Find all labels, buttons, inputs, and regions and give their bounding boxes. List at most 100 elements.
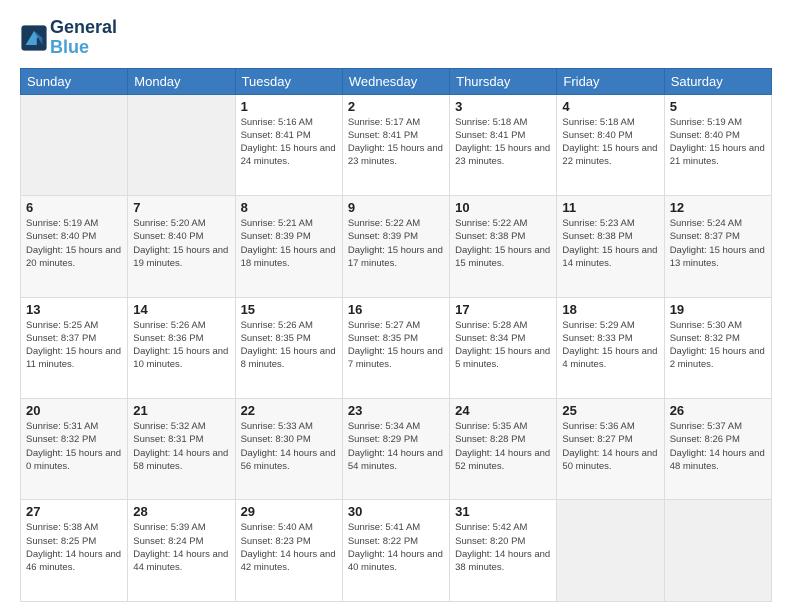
weekday-header-thursday: Thursday — [450, 68, 557, 94]
day-number: 25 — [562, 403, 658, 418]
calendar-cell: 16Sunrise: 5:27 AM Sunset: 8:35 PM Dayli… — [342, 297, 449, 398]
day-number: 18 — [562, 302, 658, 317]
calendar-cell: 7 Sunrise: 5:20 AM Sunset: 8:40 PM Daylig… — [128, 196, 235, 297]
day-info: Sunrise: 5:25 AM Sunset: 8:37 PM Dayligh… — [26, 319, 122, 372]
calendar-table: SundayMondayTuesdayWednesdayThursdayFrid… — [20, 68, 772, 602]
day-number: 5 — [670, 99, 766, 114]
logo: General Blue — [20, 18, 117, 58]
week-row-5: 27 Sunrise: 5:38 AM Sunset: 8:25 PM Dayli… — [21, 500, 772, 602]
calendar-cell: 2Sunrise: 5:17 AM Sunset: 8:41 PM Daylig… — [342, 94, 449, 195]
calendar-cell: 21 Sunrise: 5:32 AM Sunset: 8:31 PM Dayli… — [128, 399, 235, 500]
day-number: 27 — [26, 504, 122, 519]
calendar-cell — [21, 94, 128, 195]
calendar-cell: 14Sunrise: 5:26 AM Sunset: 8:36 PM Dayli… — [128, 297, 235, 398]
day-info: Sunrise: 5:40 AM Sunset: 8:23 PM Dayligh… — [241, 521, 337, 574]
logo-line1: General — [50, 18, 117, 38]
day-info: Sunrise: 5:31 AM Sunset: 8:32 PM Dayligh… — [26, 420, 122, 473]
calendar-cell: 4 Sunrise: 5:18 AM Sunset: 8:40 PM Daylig… — [557, 94, 664, 195]
calendar-cell: 31 Sunrise: 5:42 AM Sunset: 8:20 PM Dayli… — [450, 500, 557, 602]
weekday-header-tuesday: Tuesday — [235, 68, 342, 94]
calendar-cell: 13 Sunrise: 5:25 AM Sunset: 8:37 PM Dayli… — [21, 297, 128, 398]
day-info: Sunrise: 5:37 AM Sunset: 8:26 PM Dayligh… — [670, 420, 766, 473]
calendar-cell: 12 Sunrise: 5:24 AM Sunset: 8:37 PM Dayli… — [664, 196, 771, 297]
logo-line2: Blue — [50, 38, 117, 58]
day-number: 15 — [241, 302, 337, 317]
day-number: 2 — [348, 99, 444, 114]
logo-icon — [20, 24, 48, 52]
calendar-cell: 27 Sunrise: 5:38 AM Sunset: 8:25 PM Dayli… — [21, 500, 128, 602]
day-info: Sunrise: 5:19 AM Sunset: 8:40 PM Dayligh… — [26, 217, 122, 270]
day-info: Sunrise: 5:34 AM Sunset: 8:29 PM Dayligh… — [348, 420, 444, 473]
calendar-cell: 15 Sunrise: 5:26 AM Sunset: 8:35 PM Dayli… — [235, 297, 342, 398]
header: General Blue — [20, 18, 772, 58]
weekday-header-monday: Monday — [128, 68, 235, 94]
day-info: Sunrise: 5:19 AM Sunset: 8:40 PM Dayligh… — [670, 116, 766, 169]
day-info: Sunrise: 5:26 AM Sunset: 8:36 PM Dayligh… — [133, 319, 229, 372]
calendar-cell: 29 Sunrise: 5:40 AM Sunset: 8:23 PM Dayli… — [235, 500, 342, 602]
calendar-cell — [128, 94, 235, 195]
day-info: Sunrise: 5:30 AM Sunset: 8:32 PM Dayligh… — [670, 319, 766, 372]
day-info: Sunrise: 5:26 AM Sunset: 8:35 PM Dayligh… — [241, 319, 337, 372]
day-info: Sunrise: 5:27 AM Sunset: 8:35 PM Dayligh… — [348, 319, 444, 372]
calendar-cell: 19Sunrise: 5:30 AM Sunset: 8:32 PM Dayli… — [664, 297, 771, 398]
day-number: 10 — [455, 200, 551, 215]
calendar-cell: 22 Sunrise: 5:33 AM Sunset: 8:30 PM Dayli… — [235, 399, 342, 500]
day-number: 30 — [348, 504, 444, 519]
calendar-cell: 18Sunrise: 5:29 AM Sunset: 8:33 PM Dayli… — [557, 297, 664, 398]
calendar-cell: 26 Sunrise: 5:37 AM Sunset: 8:26 PM Dayli… — [664, 399, 771, 500]
day-number: 11 — [562, 200, 658, 215]
day-info: Sunrise: 5:35 AM Sunset: 8:28 PM Dayligh… — [455, 420, 551, 473]
day-info: Sunrise: 5:33 AM Sunset: 8:30 PM Dayligh… — [241, 420, 337, 473]
week-row-2: 6 Sunrise: 5:19 AM Sunset: 8:40 PM Daylig… — [21, 196, 772, 297]
calendar-cell: 23 Sunrise: 5:34 AM Sunset: 8:29 PM Dayli… — [342, 399, 449, 500]
day-number: 20 — [26, 403, 122, 418]
calendar-cell: 25 Sunrise: 5:36 AM Sunset: 8:27 PM Dayli… — [557, 399, 664, 500]
day-info: Sunrise: 5:36 AM Sunset: 8:27 PM Dayligh… — [562, 420, 658, 473]
day-info: Sunrise: 5:39 AM Sunset: 8:24 PM Dayligh… — [133, 521, 229, 574]
calendar-cell: 8 Sunrise: 5:21 AM Sunset: 8:39 PM Daylig… — [235, 196, 342, 297]
day-number: 7 — [133, 200, 229, 215]
calendar-cell: 10Sunrise: 5:22 AM Sunset: 8:38 PM Dayli… — [450, 196, 557, 297]
week-row-1: 1Sunrise: 5:16 AM Sunset: 8:41 PM Daylig… — [21, 94, 772, 195]
day-number: 23 — [348, 403, 444, 418]
day-info: Sunrise: 5:20 AM Sunset: 8:40 PM Dayligh… — [133, 217, 229, 270]
day-info: Sunrise: 5:41 AM Sunset: 8:22 PM Dayligh… — [348, 521, 444, 574]
day-number: 26 — [670, 403, 766, 418]
weekday-header-saturday: Saturday — [664, 68, 771, 94]
calendar-cell: 9Sunrise: 5:22 AM Sunset: 8:39 PM Daylig… — [342, 196, 449, 297]
calendar-cell: 30 Sunrise: 5:41 AM Sunset: 8:22 PM Dayli… — [342, 500, 449, 602]
calendar-cell: 1Sunrise: 5:16 AM Sunset: 8:41 PM Daylig… — [235, 94, 342, 195]
day-number: 28 — [133, 504, 229, 519]
day-info: Sunrise: 5:23 AM Sunset: 8:38 PM Dayligh… — [562, 217, 658, 270]
day-number: 24 — [455, 403, 551, 418]
day-number: 22 — [241, 403, 337, 418]
day-number: 3 — [455, 99, 551, 114]
day-number: 17 — [455, 302, 551, 317]
day-number: 13 — [26, 302, 122, 317]
day-number: 12 — [670, 200, 766, 215]
weekday-header-friday: Friday — [557, 68, 664, 94]
week-row-3: 13 Sunrise: 5:25 AM Sunset: 8:37 PM Dayli… — [21, 297, 772, 398]
calendar-cell: 3 Sunrise: 5:18 AM Sunset: 8:41 PM Daylig… — [450, 94, 557, 195]
day-info: Sunrise: 5:38 AM Sunset: 8:25 PM Dayligh… — [26, 521, 122, 574]
day-info: Sunrise: 5:22 AM Sunset: 8:39 PM Dayligh… — [348, 217, 444, 270]
day-number: 8 — [241, 200, 337, 215]
calendar-cell: 5 Sunrise: 5:19 AM Sunset: 8:40 PM Daylig… — [664, 94, 771, 195]
day-number: 4 — [562, 99, 658, 114]
day-info: Sunrise: 5:21 AM Sunset: 8:39 PM Dayligh… — [241, 217, 337, 270]
calendar-cell — [557, 500, 664, 602]
day-number: 6 — [26, 200, 122, 215]
day-info: Sunrise: 5:32 AM Sunset: 8:31 PM Dayligh… — [133, 420, 229, 473]
day-info: Sunrise: 5:28 AM Sunset: 8:34 PM Dayligh… — [455, 319, 551, 372]
day-number: 1 — [241, 99, 337, 114]
day-info: Sunrise: 5:24 AM Sunset: 8:37 PM Dayligh… — [670, 217, 766, 270]
calendar-cell: 24 Sunrise: 5:35 AM Sunset: 8:28 PM Dayli… — [450, 399, 557, 500]
day-number: 29 — [241, 504, 337, 519]
day-number: 31 — [455, 504, 551, 519]
day-number: 21 — [133, 403, 229, 418]
weekday-header-row: SundayMondayTuesdayWednesdayThursdayFrid… — [21, 68, 772, 94]
day-info: Sunrise: 5:18 AM Sunset: 8:41 PM Dayligh… — [455, 116, 551, 169]
day-info: Sunrise: 5:42 AM Sunset: 8:20 PM Dayligh… — [455, 521, 551, 574]
day-info: Sunrise: 5:18 AM Sunset: 8:40 PM Dayligh… — [562, 116, 658, 169]
calendar-cell: 17 Sunrise: 5:28 AM Sunset: 8:34 PM Dayli… — [450, 297, 557, 398]
